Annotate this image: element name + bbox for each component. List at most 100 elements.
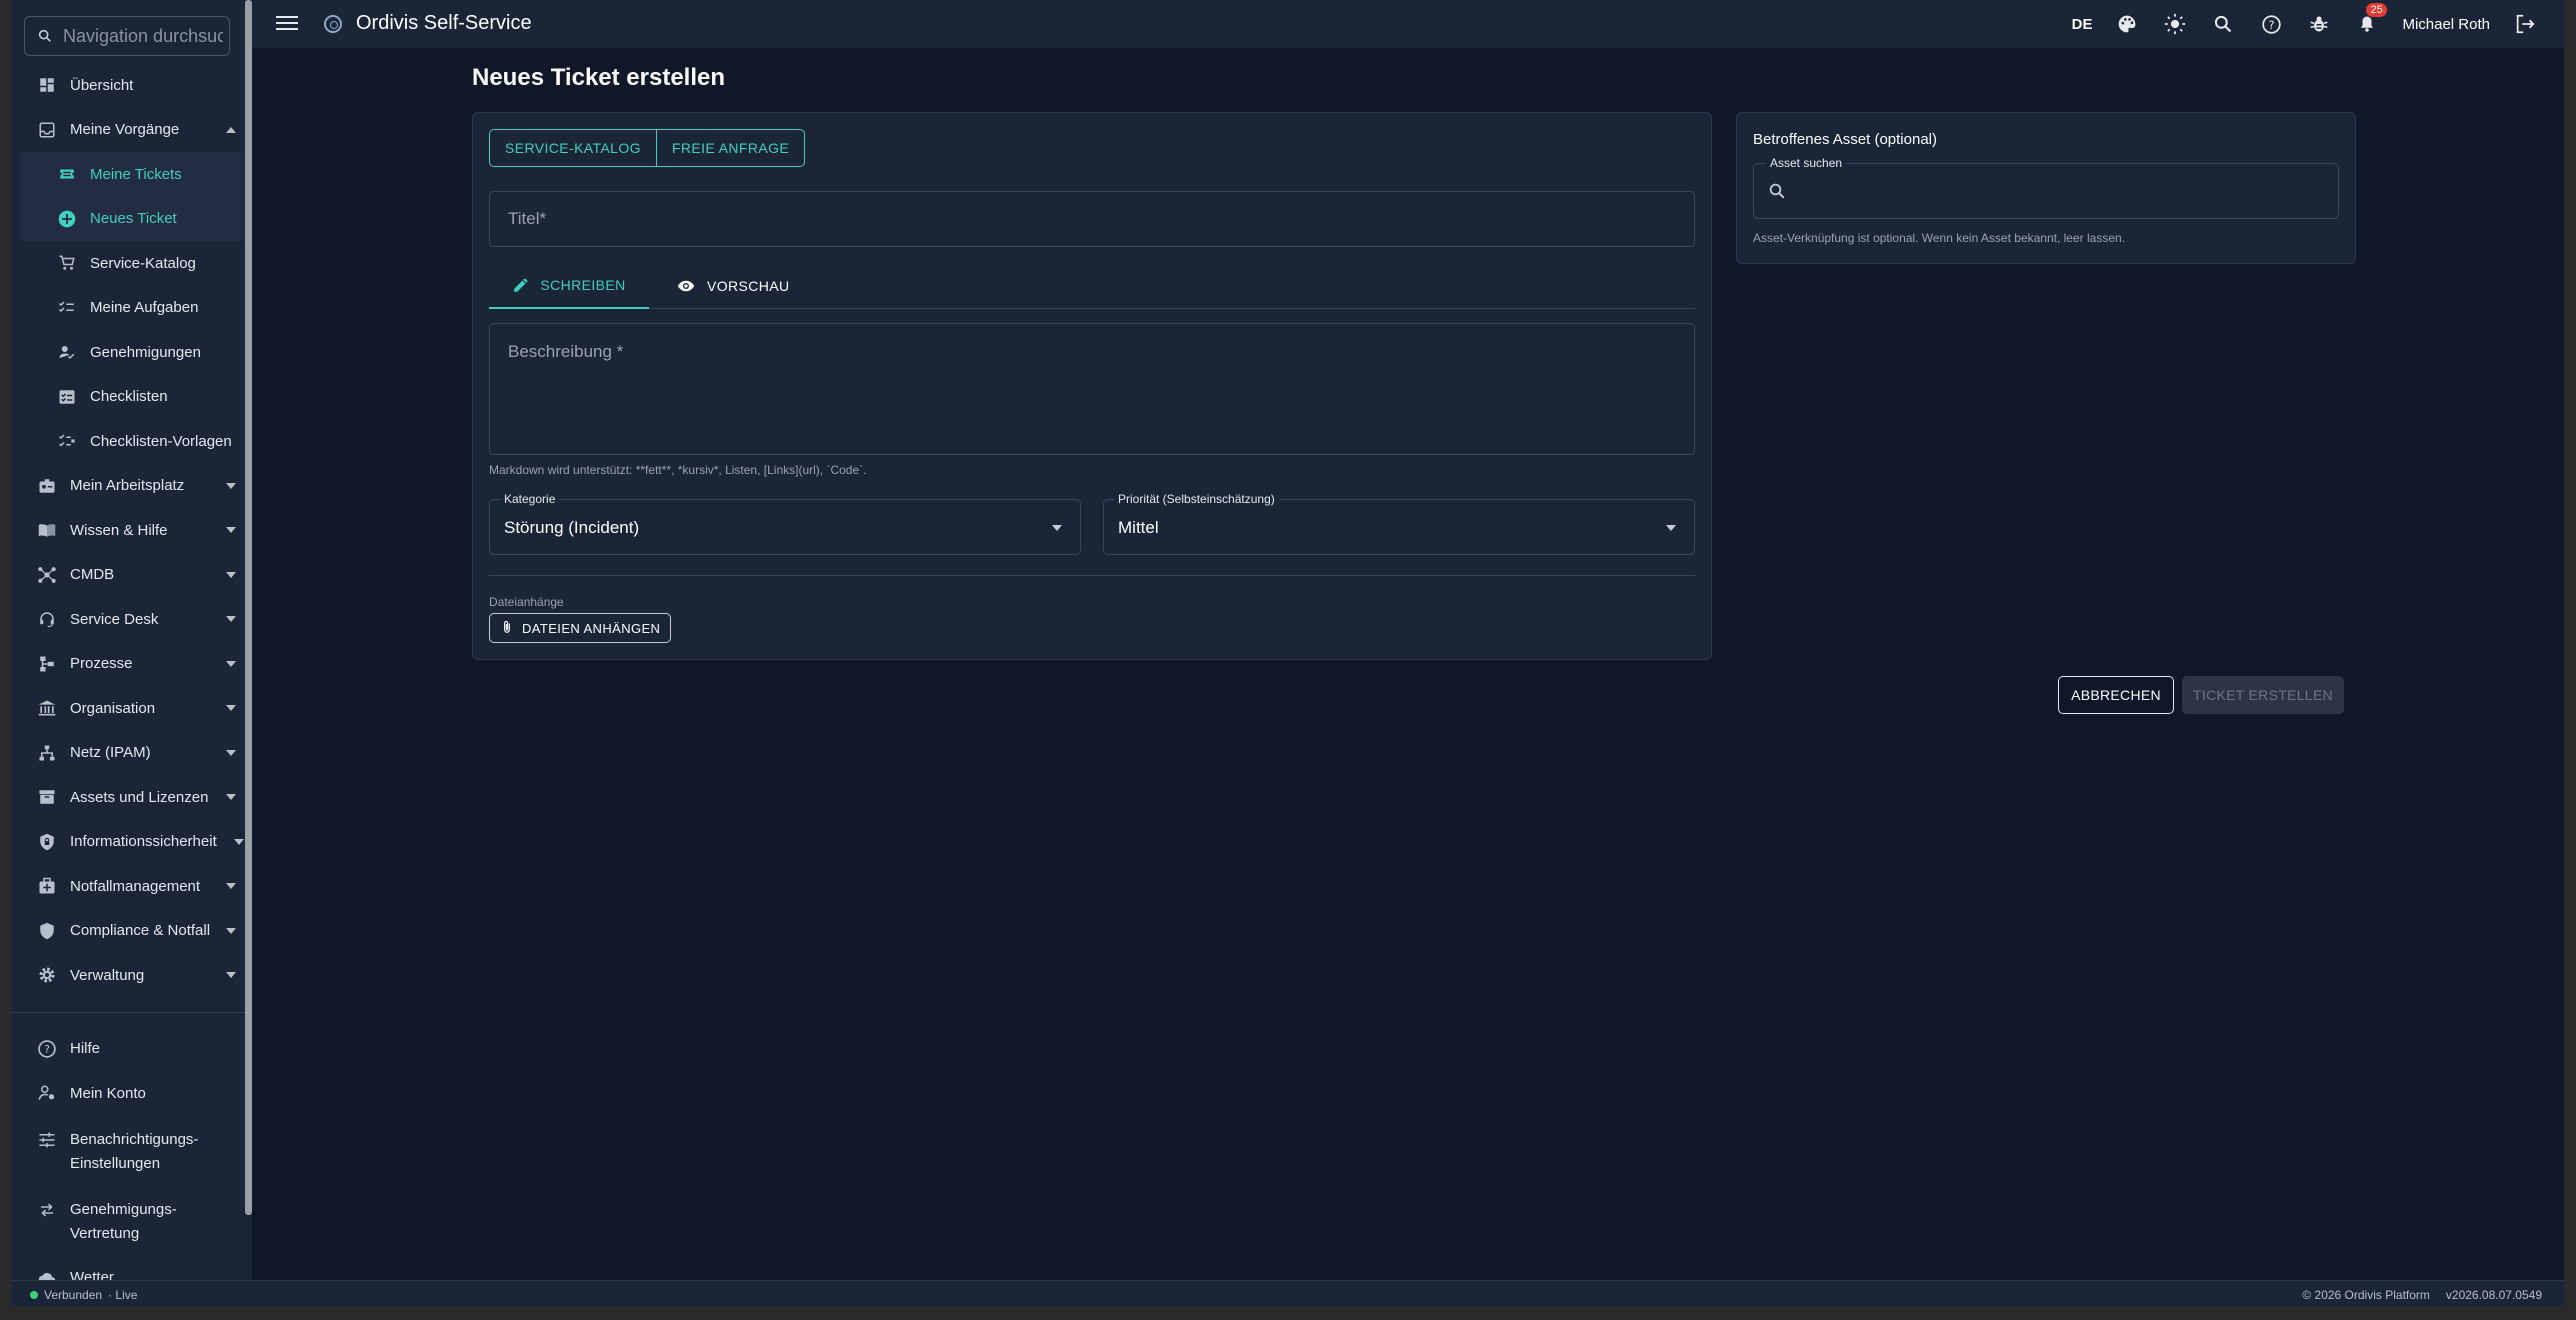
asset-card: Betroffenes Asset (optional) Asset suche… [1736, 112, 2356, 264]
sidebar-item-meine-vorgaenge[interactable]: Meine Vorgänge [12, 108, 252, 153]
sidebar-item-mein-konto[interactable]: Mein Konto [12, 1071, 252, 1116]
sidebar-item-benachrichtigungs-einstellungen[interactable]: Benachrichtigungs- Einstellungen [12, 1116, 252, 1186]
network-icon [36, 742, 58, 764]
palette-icon[interactable] [2114, 11, 2140, 37]
user-name[interactable]: Michael Roth [2402, 16, 2490, 33]
copyright: © 2026 Ordivis Platform [2302, 1288, 2430, 1302]
sidebar-item-label: Benachrichtigungs- Einstellungen [70, 1128, 198, 1176]
description-placeholder: Beschreibung * [508, 342, 624, 361]
menu-icon[interactable] [276, 13, 298, 35]
top-bar: Ordivis Self-Service DE ? 25 Michael Rot… [252, 0, 2564, 48]
sidebar-divider [12, 1011, 252, 1013]
chevron-down-icon [226, 972, 236, 979]
sidebar-item-label: Netz (IPAM) [70, 744, 151, 762]
shield-icon [36, 920, 58, 942]
language-switch[interactable]: DE [2072, 16, 2093, 33]
sidebar-item-label: Checklisten [90, 388, 168, 406]
app-logo-icon [324, 15, 342, 33]
theme-sun-icon[interactable] [2162, 11, 2188, 37]
sidebar-item-genehmigungs-vertretung[interactable]: Genehmigungs- Vertretung [12, 1186, 252, 1256]
asset-card-title: Betroffenes Asset (optional) [1753, 131, 1937, 148]
sidebar-item-label: Compliance & Notfall [70, 922, 211, 940]
search-icon [38, 29, 51, 42]
sidebar-item-verwaltung[interactable]: Verwaltung [12, 953, 252, 998]
freie-anfrage-toggle[interactable]: FREIE ANFRAGE [655, 130, 804, 166]
sidebar-item-notfallmanagement[interactable]: Notfallmanagement [12, 864, 252, 909]
sidebar-item-label: Hilfe [70, 1040, 101, 1058]
sidebar-item-cmdb[interactable]: CMDB [12, 553, 252, 598]
service-katalog-toggle[interactable]: SERVICE-KATALOG [490, 130, 656, 166]
category-select[interactable]: Kategorie Störung (Incident) [489, 492, 1081, 555]
sidebar-item-label: Wissen & Hilfe [70, 521, 168, 539]
nav-search-box[interactable] [24, 16, 230, 56]
sidebar-item-netz-ipam[interactable]: Netz (IPAM) [12, 731, 252, 776]
sidebar-item-mein-arbeitsplatz[interactable]: Mein Arbeitsplatz [12, 464, 252, 509]
live-indicator: · Live [108, 1288, 138, 1302]
sidebar-item-meine-aufgaben[interactable]: Meine Aufgaben [12, 286, 252, 331]
tab-vorschau[interactable]: VORSCHAU [675, 263, 790, 309]
dashboard-icon [36, 74, 58, 96]
sidebar-item-wetter[interactable]: Wetter [12, 1256, 252, 1280]
asset-search-input[interactable] [1800, 180, 2320, 198]
priority-select[interactable]: Priorität (Selbsteinschätzung) Mittel [1103, 492, 1695, 555]
sidebar-item-label: Service Desk [70, 610, 159, 628]
sidebar-item-label: Wetter [70, 1269, 114, 1280]
notification-count-badge: 25 [2366, 3, 2387, 17]
sidebar-item-organisation[interactable]: Organisation [12, 686, 252, 731]
checkbox-list-icon [56, 386, 78, 408]
sidebar-item-checklisten-vorlagen[interactable]: Checklisten-Vorlagen [12, 419, 252, 464]
logout-icon[interactable] [2512, 11, 2538, 37]
chevron-down-icon [226, 705, 236, 712]
title-input[interactable]: Titel* [489, 191, 1695, 247]
help-icon: ? [36, 1038, 58, 1060]
search-icon[interactable] [2210, 11, 2236, 37]
sidebar-item-meine-tickets[interactable]: Meine Tickets [20, 152, 244, 197]
create-ticket-button[interactable]: TICKET ERSTELLEN [2182, 676, 2344, 714]
sidebar-item-compliance-notfall[interactable]: Compliance & Notfall [12, 909, 252, 954]
process-icon [36, 653, 58, 675]
chevron-down-icon [226, 794, 236, 801]
sidebar-item-uebersicht[interactable]: Übersicht [12, 63, 252, 108]
sidebar-item-neues-ticket[interactable]: Neues Ticket [20, 196, 244, 241]
sidebar-item-checklisten[interactable]: Checklisten [12, 375, 252, 420]
sidebar-item-assets-lizenzen[interactable]: Assets und Lizenzen [12, 775, 252, 820]
headset-icon [36, 608, 58, 630]
sidebar-item-label: Genehmigungen [90, 343, 201, 361]
badge-icon [36, 475, 58, 497]
sidebar-item-label: Mein Konto [70, 1084, 146, 1102]
notifications-bell-icon[interactable]: 25 [2354, 3, 2387, 37]
approval-icon [56, 341, 78, 363]
asset-search-field[interactable]: Asset suchen [1753, 156, 2339, 219]
description-textarea[interactable]: Beschreibung * [489, 323, 1695, 455]
pencil-icon [512, 276, 530, 294]
help-icon[interactable]: ? [2258, 11, 2284, 37]
sidebar-item-genehmigungen[interactable]: Genehmigungen [12, 330, 252, 375]
sidebar-item-wissen-hilfe[interactable]: Wissen & Hilfe [12, 508, 252, 553]
checklist-icon [56, 297, 78, 319]
sidebar-scrollbar[interactable] [245, 0, 252, 1215]
connection-status-text: Verbunden [44, 1288, 103, 1302]
chevron-down-icon [226, 883, 236, 890]
attach-files-button[interactable]: DATEIEN ANHÄNGEN [489, 613, 672, 643]
cancel-button[interactable]: ABBRECHEN [2058, 676, 2174, 714]
sidebar-item-informationssicherheit[interactable]: Informationssicherheit [12, 820, 252, 865]
sidebar-item-label: Meine Aufgaben [90, 299, 199, 317]
nav-search-input[interactable] [63, 25, 223, 47]
sidebar-item-label: Organisation [70, 699, 156, 717]
sidebar-item-label-line1: Genehmigungs- [70, 1200, 177, 1218]
attachments-label: Dateianhänge [489, 595, 564, 609]
bug-icon[interactable] [2306, 11, 2332, 37]
page-title: Neues Ticket erstellen [472, 64, 726, 91]
sidebar-item-service-desk[interactable]: Service Desk [12, 597, 252, 642]
dropdown-arrow-icon [1052, 525, 1062, 531]
book-icon [36, 519, 58, 541]
add-circle-icon [56, 208, 78, 230]
tab-schreiben-label: SCHREIBEN [540, 277, 626, 293]
cloud-icon [36, 1267, 58, 1280]
tab-schreiben[interactable]: SCHREIBEN [489, 263, 649, 309]
sidebar-item-hilfe[interactable]: ? Hilfe [12, 1027, 252, 1072]
sidebar-item-label: Meine Vorgänge [70, 121, 180, 139]
sidebar-item-service-katalog[interactable]: Service-Katalog [12, 241, 252, 286]
sidebar-item-prozesse[interactable]: Prozesse [12, 642, 252, 687]
svg-text:?: ? [2268, 17, 2274, 31]
